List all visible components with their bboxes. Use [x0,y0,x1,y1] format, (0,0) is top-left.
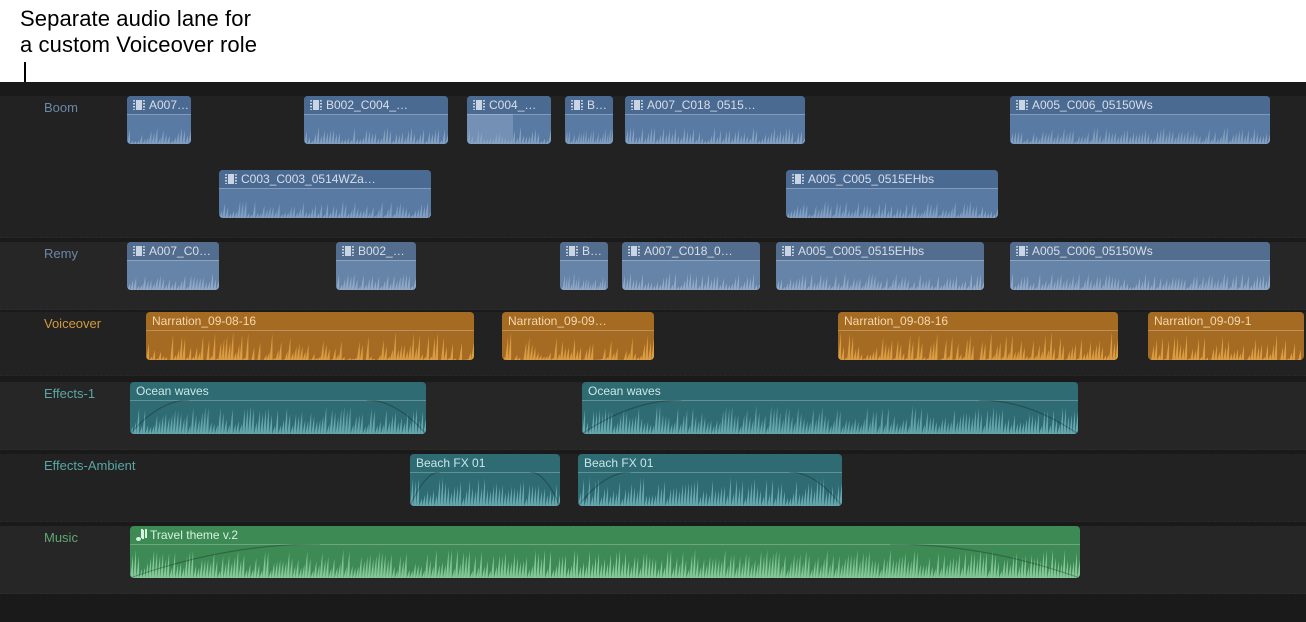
film-icon [566,246,578,256]
clip-label: A007_C018_0… [644,242,733,260]
clip-boom-6[interactable]: C003_C003_0514WZa… [219,170,431,218]
clip-effects1-1[interactable]: Ocean waves [582,382,1078,434]
clip-label: Narration_09-08-16 [152,312,256,330]
clip-remy-3[interactable]: A007_C018_0… [622,242,760,290]
clip-label: A005_C006_05150Ws [1032,96,1153,114]
clip-voiceover-3[interactable]: Narration_09-09-1 [1148,312,1304,360]
clip-effectsAmb-0[interactable]: Beach FX 01 [410,454,560,506]
clip-label: Beach FX 01 [584,454,653,472]
film-icon [628,246,640,256]
clip-boom-4[interactable]: A007_C018_0515… [625,96,805,144]
clip-label: Travel theme v.2 [150,526,238,544]
clip-label: C004_… [489,96,536,114]
film-icon [1016,246,1028,256]
clip-remy-4[interactable]: A005_C005_0515EHbs [776,242,984,290]
lane-remy[interactable]: Remy A007_C0… B002_… B… A007_C018_0… A005_C00… [0,242,1306,310]
film-icon [342,246,354,256]
lane-label-music: Music [44,530,78,545]
clip-label: C003_C003_0514WZa… [241,170,376,188]
lane-label-effects1: Effects-1 [44,386,95,401]
clip-remy-5[interactable]: A005_C006_05150Ws [1010,242,1270,290]
figure-caption: Separate audio lane for a custom Voiceov… [0,0,1306,82]
clip-label: Narration_09-08-16 [844,312,948,330]
clip-label: B002_C004_… [326,96,408,114]
clip-boom-1[interactable]: B002_C004_… [304,96,448,144]
film-icon [782,246,794,256]
clip-remy-2[interactable]: B… [560,242,608,290]
clip-label: Ocean waves [588,382,661,400]
lane-effectsAmb[interactable]: Effects-Ambient Beach FX 01 Beach FX 01 [0,454,1306,522]
clip-boom-5[interactable]: A005_C006_05150Ws [1010,96,1270,144]
clip-label: Ocean waves [136,382,209,400]
clip-label: Narration_09-09-1 [1154,312,1251,330]
lane-music[interactable]: Music Travel theme v.2 [0,526,1306,594]
caption-text: Separate audio lane for a custom Voiceov… [20,6,340,58]
clip-label: A007_C0… [149,242,211,260]
clip-label: A007_C018_0515… [647,96,756,114]
film-icon [133,246,145,256]
film-icon [310,100,322,110]
lane-voiceover[interactable]: Voiceover Narration_09-08-16 Narration_09-… [0,312,1306,376]
film-icon [473,100,485,110]
clip-label: A005_C006_05150Ws [1032,242,1153,260]
clip-label: Beach FX 01 [416,454,485,472]
clip-boom-7[interactable]: A005_C005_0515EHbs [786,170,998,218]
music-icon [136,530,146,541]
audio-timeline[interactable]: Boom A007… B002_C004_… C004_… B… A007_C018_05… [0,82,1306,622]
clip-effectsAmb-1[interactable]: Beach FX 01 [578,454,842,506]
film-icon [1016,100,1028,110]
clip-effects1-0[interactable]: Ocean waves [130,382,426,434]
clip-remy-1[interactable]: B002_… [336,242,416,290]
lane-boom[interactable]: Boom A007… B002_C004_… C004_… B… A007_C018_05… [0,96,1306,238]
lane-label-voiceover: Voiceover [44,316,101,331]
clip-boom-0[interactable]: A007… [127,96,191,144]
clip-label: A005_C005_0515EHbs [808,170,934,188]
film-icon [631,100,643,110]
clip-remy-0[interactable]: A007_C0… [127,242,219,290]
lane-label-remy: Remy [44,246,78,261]
film-icon [792,174,804,184]
clip-label: B002_… [358,242,405,260]
clip-boom-2[interactable]: C004_… [467,96,551,144]
film-icon [133,100,145,110]
clip-voiceover-1[interactable]: Narration_09-09… [502,312,654,360]
lane-effects1[interactable]: Effects-1 Ocean waves Ocean waves [0,382,1306,450]
film-icon [225,174,237,184]
lane-label-effectsAmb: Effects-Ambient [44,458,136,473]
clip-label: B… [587,96,607,114]
film-icon [571,100,583,110]
clip-music-0[interactable]: Travel theme v.2 [130,526,1080,578]
clip-label: A005_C005_0515EHbs [798,242,924,260]
clip-label: Narration_09-09… [508,312,607,330]
clip-label: B… [582,242,602,260]
caption-line-2: a custom Voiceover role [20,32,257,57]
clip-boom-3[interactable]: B… [565,96,613,144]
clip-voiceover-2[interactable]: Narration_09-08-16 [838,312,1118,360]
caption-line-1: Separate audio lane for [20,6,251,31]
clip-label: A007… [149,96,189,114]
lane-label-boom: Boom [44,100,78,115]
clip-voiceover-0[interactable]: Narration_09-08-16 [146,312,474,360]
